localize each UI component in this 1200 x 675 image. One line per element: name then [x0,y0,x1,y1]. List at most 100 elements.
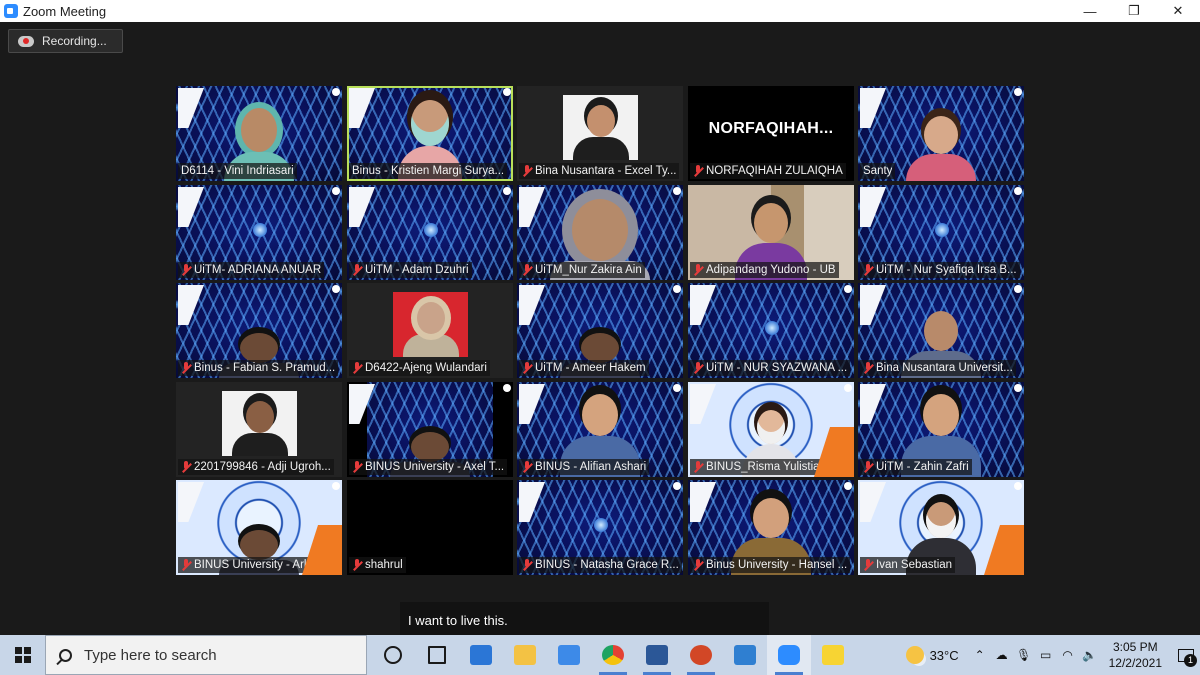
participant-name: D6422-Ajeng Wulandari [365,362,487,374]
corner-logo [503,384,511,392]
sticky-notes-icon [822,645,844,665]
participant-name: Adipandang Yudono - UB [706,264,836,276]
mic-muted-icon [522,461,532,473]
event-logo [690,482,716,522]
profile-picture [393,292,468,357]
participant-tile[interactable]: BINUS University - Axel T... [347,382,513,477]
participant-tile[interactable]: UiTM - Adam Dzuhri [347,185,513,280]
volume-icon[interactable]: 🔈 [1079,648,1101,662]
participant-label: Bina Nusantara Universit... [860,360,1016,376]
participant-tile[interactable]: BINUS University - Arlexy... [176,480,342,575]
window-title: Zoom Meeting [23,3,107,19]
participant-name: D6114 - Vini Indriasari [181,165,294,177]
participant-tile[interactable]: BINUS_Risma Yulistiani [688,382,854,477]
participant-tile[interactable]: Binus - Kristien Margi Surya... [347,86,513,181]
participant-tile[interactable]: BINUS - Natasha Grace R... [517,480,683,575]
mic-muted-icon [522,165,532,177]
participant-tile[interactable]: UiTM_Nur Zakira Ain [517,185,683,280]
participant-tile[interactable]: Ivan Sebastian [858,480,1024,575]
participant-name: BINUS - Alifian Ashari [535,461,647,473]
event-logo [860,88,886,128]
participant-tile[interactable]: Binus University - Hansel ... [688,480,854,575]
powerpoint-icon [690,645,712,665]
start-button[interactable] [0,635,45,675]
participant-tile[interactable]: D6114 - Vini Indriasari [176,86,342,181]
onedrive-icon[interactable]: ☁ [991,648,1013,662]
participant-tile[interactable]: UiTM - NUR SYAZWANA ... [688,283,854,378]
event-logo [178,187,204,227]
mic-muted-icon [522,559,532,571]
store-icon [558,645,580,665]
participant-tile[interactable]: UiTM- ADRIANA ANUAR [176,185,342,280]
taskbar-search[interactable]: Type here to search [45,635,367,675]
mic-muted-icon [352,362,362,374]
event-logo [860,285,886,325]
wifi-icon[interactable]: ◠ [1057,648,1079,662]
participant-label: UiTM_Nur Zakira Ain [519,262,645,278]
participant-tile[interactable]: Santy [858,86,1024,181]
tunnel-orb [935,223,949,237]
profile-picture [222,391,297,456]
search-placeholder: Type here to search [84,646,217,664]
participant-name: BINUS University - Arlexy... [194,559,334,571]
event-logo [519,285,545,325]
corner-logo [332,187,340,195]
powerpoint-taskbar-button[interactable] [679,635,723,675]
widgets-icon [428,646,446,664]
notification-badge: 1 [1184,654,1197,667]
participant-tile[interactable]: UiTM - Zahin Zafri [858,382,1024,477]
participant-tile[interactable]: Bina Nusantara - Excel Ty... [517,86,683,181]
close-button[interactable]: ✕ [1156,0,1200,22]
store-taskbar-button[interactable] [547,635,591,675]
participant-tile[interactable]: Adipandang Yudono - UB [688,185,854,280]
participant-tile[interactable]: 2201799846 - Adji Ugroh... [176,382,342,477]
participant-tile[interactable]: Binus - Fabian S. Pramud... [176,283,342,378]
clock[interactable]: 3:05 PM 12/2/2021 [1109,639,1162,671]
participant-tile[interactable]: NORFAQIHAH... NORFAQIHAH ZULAIQHA [688,86,854,181]
notification-center[interactable]: 1 [1172,635,1200,675]
participant-label: UiTM- ADRIANA ANUAR [178,262,325,278]
mic-muted-icon [693,559,703,571]
mic-muted-icon [863,362,873,374]
photos-taskbar-button[interactable] [723,635,767,675]
corner-logo [673,482,681,490]
participant-tile[interactable]: Bina Nusantara Universit... [858,283,1024,378]
participant-name: UiTM - NUR SYAZWANA ... [706,362,848,374]
zoom-taskbar-button[interactable] [767,635,811,675]
event-logo [178,285,204,325]
event-logo [690,285,716,325]
chevron-up-icon[interactable]: ⌃ [969,648,991,662]
weather-widget[interactable]: 33°C [905,646,959,664]
battery-icon[interactable]: ▭ [1035,648,1057,662]
event-logo [519,384,545,424]
corner-logo [844,384,852,392]
corner-logo [673,285,681,293]
mic-muted-icon [693,362,703,374]
corner-logo [503,187,511,195]
participant-tile[interactable]: UiTM - Nur Syafiqa Irsa B... [858,185,1024,280]
mail-taskbar-button[interactable] [459,635,503,675]
sticky-notes-taskbar-button[interactable] [811,635,855,675]
word-taskbar-button[interactable] [635,635,679,675]
participant-label: BINUS University - Axel T... [349,459,508,475]
system-tray: 33°C ⌃ ☁ 🎙 ▭ ◠ 🔈 3:05 PM 12/2/2021 1 [905,635,1200,675]
participant-tile[interactable]: BINUS - Alifian Ashari [517,382,683,477]
event-logo [178,482,204,522]
widgets-taskbar-button[interactable] [415,635,459,675]
microphone-icon[interactable]: 🎙 [1013,648,1035,662]
file-explorer-taskbar-button[interactable] [503,635,547,675]
participant-name: Binus - Kristien Margi Surya... [352,165,505,177]
event-logo [860,384,886,424]
restore-button[interactable]: ❐ [1112,0,1156,22]
mic-muted-icon [693,165,703,177]
participant-tile[interactable]: UiTM - Ameer Hakem [517,283,683,378]
participant-tile[interactable]: D6422-Ajeng Wulandari [347,283,513,378]
corner-logo [503,88,511,96]
event-logo [178,88,204,128]
task-view-taskbar-button[interactable] [371,635,415,675]
corner-logo [673,187,681,195]
recording-indicator[interactable]: Recording... [8,29,123,53]
minimize-button[interactable]: — [1068,0,1112,22]
chrome-taskbar-button[interactable] [591,635,635,675]
participant-tile[interactable]: shahrul [347,480,513,575]
